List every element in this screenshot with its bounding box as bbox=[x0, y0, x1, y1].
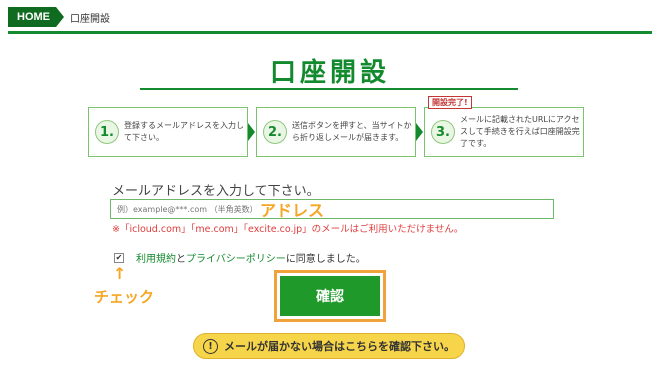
step-1: 1. 登録するメールアドレスを入力して下さい。 bbox=[88, 107, 248, 157]
title-underline bbox=[140, 88, 518, 90]
agree-label: 利用規約とプライバシーポリシーに同意しました。 bbox=[136, 250, 366, 265]
email-warning: ※「icloud.com」「me.com」「excite.co.jp」のメールは… bbox=[112, 224, 464, 235]
agree-suffix: に同意しました。 bbox=[285, 254, 366, 265]
step-arrow-icon bbox=[416, 123, 423, 141]
up-arrow-icon: ↑ bbox=[113, 264, 127, 283]
email-input[interactable] bbox=[110, 199, 554, 219]
confirm-button[interactable]: 確認 bbox=[280, 276, 380, 316]
header-divider bbox=[8, 31, 652, 34]
step-text: 送信ボタンを押すと、当サイトから折り返しメールが届きます。 bbox=[292, 121, 412, 142]
breadcrumb: HOME 口座開設 bbox=[8, 6, 110, 28]
confirm-highlight: 確認 bbox=[274, 270, 386, 322]
mail-help-label: メールが届かない場合はこちらを確認下さい。 bbox=[224, 340, 455, 353]
step-text: メールに記載されたURLにアクセスして手続きを行えば口座開設完了です。 bbox=[460, 115, 580, 148]
step-number: 1. bbox=[95, 120, 119, 144]
step-3: 3. メールに記載されたURLにアクセスして手続きを行えば口座開設完了です。 bbox=[424, 107, 584, 157]
breadcrumb-home-link[interactable]: HOME bbox=[8, 7, 64, 27]
agree-row: ✔ 利用規約とプライバシーポリシーに同意しました。 bbox=[114, 250, 366, 265]
mail-help-button[interactable]: ! メールが届かない場合はこちらを確認下さい。 bbox=[193, 333, 465, 359]
privacy-policy-link[interactable]: プライバシーポリシー bbox=[186, 254, 286, 265]
address-annotation: アドレス bbox=[260, 201, 325, 220]
page-title: 口座開設 bbox=[269, 58, 390, 88]
step-number: 3. bbox=[431, 120, 455, 144]
breadcrumb-current: 口座開設 bbox=[70, 13, 110, 25]
exclamation-icon: ! bbox=[203, 338, 218, 354]
check-annotation: チェック bbox=[94, 288, 155, 306]
step-2: 2. 送信ボタンを押すと、当サイトから折り返しメールが届きます。 bbox=[256, 107, 416, 157]
terms-link[interactable]: 利用規約 bbox=[136, 254, 176, 265]
step-text: 登録するメールアドレスを入力して下さい。 bbox=[124, 121, 244, 142]
completion-badge: 開設完了! bbox=[428, 96, 472, 109]
step-number: 2. bbox=[263, 120, 287, 144]
agree-checkbox[interactable]: ✔ bbox=[114, 252, 124, 263]
agree-and: と bbox=[176, 254, 186, 265]
step-arrow-icon bbox=[248, 123, 255, 141]
